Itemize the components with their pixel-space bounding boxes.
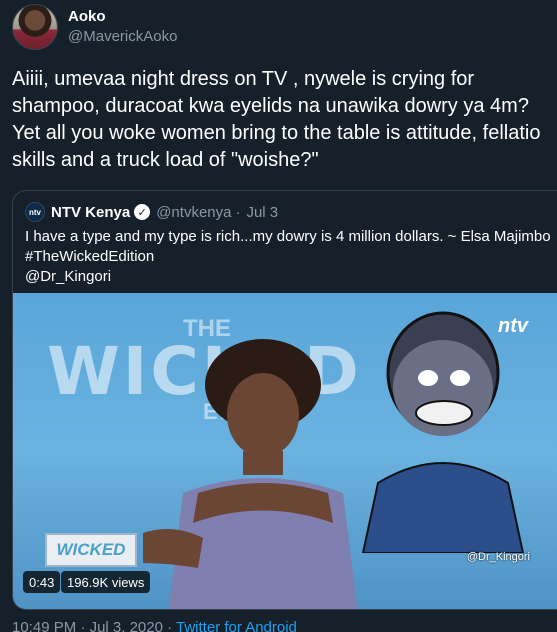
tweet-text: Aiiii, umevaa night dress on TV , nywele… xyxy=(12,68,541,171)
artist-credit: @Dr_Kingori xyxy=(466,551,530,563)
mention-link[interactable]: @Dr_Kingori xyxy=(25,267,545,287)
video-player[interactable]: THE WICKED EDITION ntv WICKED @ xyxy=(13,293,557,609)
avatar[interactable] xyxy=(12,4,58,50)
author-handle[interactable]: @MaverickAoko xyxy=(68,28,177,45)
quoted-date[interactable]: Jul 3 xyxy=(246,204,278,221)
tweet-time[interactable]: 10:49 PM xyxy=(12,619,76,632)
quoted-author-handle: @ntvkenya xyxy=(156,203,232,221)
ntv-logo: ntv xyxy=(498,315,528,337)
video-duration: 0:43 xyxy=(23,571,61,593)
verified-badge-icon: ✓ xyxy=(134,204,151,220)
video-views: 196.9K views xyxy=(61,571,151,593)
quoted-text-line: I have a type and my type is rich...my d… xyxy=(25,228,551,245)
wicked-badge: WICKED xyxy=(45,533,137,567)
presenter-image xyxy=(143,339,358,609)
quoted-tweet[interactable]: ntv NTV Kenya ✓ @ntvkenya · Jul 3 I have… xyxy=(12,190,557,610)
meta-separator: · xyxy=(76,619,90,632)
tweet-source-link[interactable]: Twitter for Android xyxy=(176,619,297,632)
quoted-author-name[interactable]: NTV Kenya xyxy=(51,204,130,221)
tweet: Aoko @MaverickAoko Aiiii, umevaa night d… xyxy=(0,0,557,632)
quoted-text: I have a type and my type is rich...my d… xyxy=(25,227,551,287)
dot-separator: · xyxy=(235,203,241,221)
hashtag-link[interactable]: #TheWickedEdition xyxy=(25,247,545,267)
quoted-avatar[interactable]: ntv xyxy=(25,202,45,222)
tweet-date[interactable]: Jul 3, 2020 xyxy=(90,619,163,632)
caricature-image xyxy=(361,311,525,553)
quoted-tweet-header: ntv NTV Kenya ✓ @ntvkenya · Jul 3 xyxy=(25,201,278,223)
tweet-meta: 10:49 PM · Jul 3, 2020 · Twitter for And… xyxy=(12,619,297,632)
author-name[interactable]: Aoko xyxy=(68,8,106,25)
meta-separator: · xyxy=(162,619,177,632)
